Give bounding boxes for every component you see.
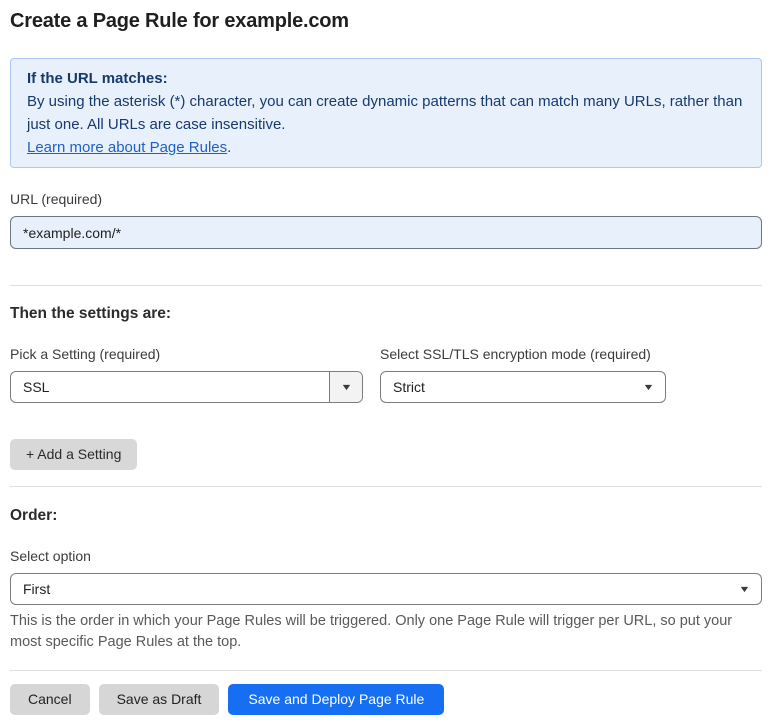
url-input[interactable]: [10, 216, 762, 249]
page-title: Create a Page Rule for example.com: [10, 10, 349, 32]
banner-link-suffix: .: [227, 139, 232, 156]
ssl-mode-column: Select SSL/TLS encryption mode (required…: [380, 323, 666, 403]
banner-link-line: Learn more about Page Rules.: [27, 136, 745, 159]
ssl-mode-select[interactable]: Strict ▼: [380, 371, 666, 403]
banner-heading: If the URL matches:: [27, 70, 168, 87]
add-setting-button[interactable]: + Add a Setting: [10, 439, 138, 470]
setting-picker-column: Pick a Setting (required) SSL ▼: [10, 323, 363, 403]
caret-down-icon: ▼: [329, 372, 362, 402]
save-and-deploy-button[interactable]: Save and Deploy Page Rule: [228, 684, 445, 715]
learn-more-link[interactable]: Learn more about Page Rules: [27, 139, 227, 156]
order-select-value: First: [23, 581, 51, 597]
caret-down-icon: ▼: [738, 583, 751, 594]
order-section-heading: Order:: [10, 507, 58, 524]
divider: [10, 670, 762, 671]
banner-body-text: By using the asterisk (*) character, you…: [27, 93, 743, 133]
ssl-mode-value: Strict: [393, 379, 425, 395]
settings-section-heading: Then the settings are:: [10, 305, 172, 322]
cancel-button[interactable]: Cancel: [10, 684, 90, 715]
save-as-draft-button[interactable]: Save as Draft: [98, 684, 220, 715]
order-select[interactable]: First ▼: [10, 573, 762, 605]
url-field-label: URL (required): [10, 191, 103, 207]
setting-picker-label: Pick a Setting (required): [10, 346, 161, 362]
order-select-label: Select option: [10, 548, 91, 564]
divider: [10, 486, 762, 487]
ssl-mode-label: Select SSL/TLS encryption mode (required…: [380, 346, 651, 362]
caret-down-icon: ▼: [642, 381, 655, 392]
settings-row: Pick a Setting (required) SSL ▼ Select S…: [10, 323, 762, 403]
setting-picker-value: SSL: [23, 379, 50, 395]
divider: [10, 285, 762, 286]
url-match-info-banner: If the URL matches: By using the asteris…: [10, 58, 762, 168]
order-help-text: This is the order in which your Page Rul…: [10, 613, 733, 650]
footer-actions: Cancel Save as Draft Save and Deploy Pag…: [10, 684, 762, 715]
setting-picker-select[interactable]: SSL ▼: [10, 371, 363, 403]
